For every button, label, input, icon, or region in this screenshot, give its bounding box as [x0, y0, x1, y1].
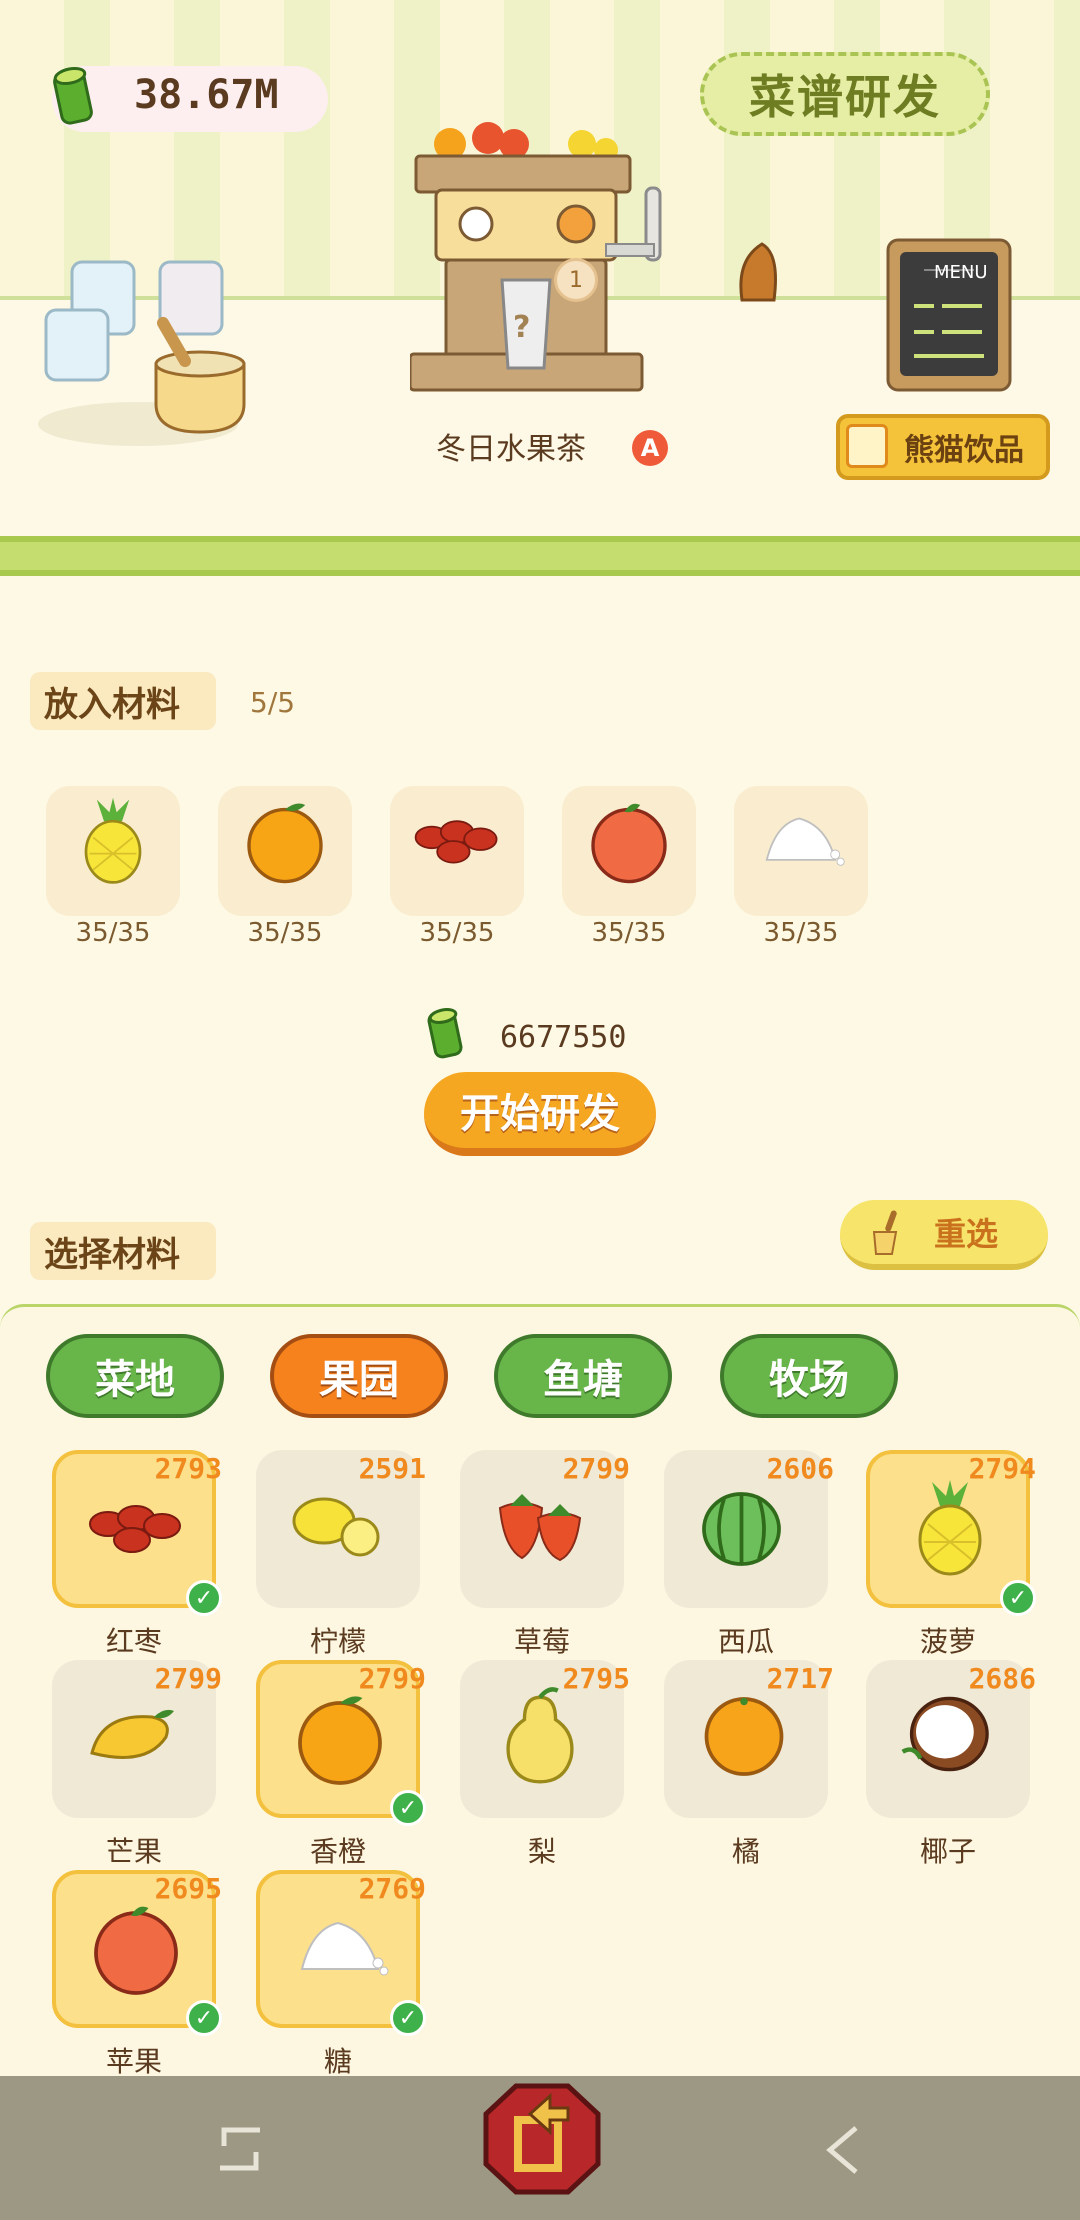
- ingredient-stock: 2606: [766, 1452, 834, 1485]
- orange-icon: [290, 1688, 390, 1792]
- ingredient-name: 西瓜: [717, 1625, 774, 1658]
- book-icon: [846, 424, 888, 468]
- ingredient-stock: 2799: [358, 1662, 426, 1695]
- pear-icon: [490, 1684, 590, 1788]
- ingredient-stock: 2717: [766, 1662, 834, 1695]
- ingredient-slot-count: 35/35: [75, 918, 151, 948]
- broom-icon: [872, 1210, 898, 1255]
- apple-icon: [86, 1898, 186, 2002]
- pineapple-icon: [900, 1478, 1000, 1582]
- back-arrow-icon[interactable]: [816, 2122, 872, 2178]
- ingredient-slot[interactable]: [390, 786, 524, 916]
- ingredient-slot[interactable]: [218, 786, 352, 916]
- coconut-icon: [896, 1684, 996, 1788]
- ingredient-stock: 2769: [358, 1872, 426, 1905]
- red-date-icon: [86, 1478, 186, 1582]
- ingredient-stock: 2794: [968, 1452, 1036, 1485]
- ingredient-name: 红枣: [105, 1625, 162, 1658]
- ingredient-name: 椰子: [919, 1835, 976, 1868]
- orange-icon: [240, 796, 330, 890]
- drink-name: 冬日水果茶: [436, 432, 586, 467]
- ingredient-name: 橘: [731, 1835, 760, 1868]
- apple-icon: [584, 796, 674, 890]
- bamboo-coin-icon: [53, 66, 93, 125]
- choose-ingredients-label: 选择材料: [30, 1222, 216, 1280]
- menu-title: MENU: [934, 262, 988, 283]
- check-icon: ✓: [186, 2000, 222, 2036]
- check-icon: ✓: [390, 2000, 426, 2036]
- mango-icon: [82, 1684, 182, 1788]
- put-ingredients-count: 5/5: [250, 686, 296, 719]
- ingredient-stock: 2795: [562, 1662, 630, 1695]
- currency-value: 38.67M: [134, 72, 279, 118]
- research-cost: 6677550: [500, 1020, 627, 1055]
- start-research-button[interactable]: 开始研发: [424, 1072, 656, 1156]
- tab-orchard[interactable]: 果园: [270, 1334, 448, 1418]
- red-date-icon: [412, 796, 502, 890]
- cat-tail-icon: [739, 242, 777, 302]
- machine-queue-badge: 1: [554, 258, 598, 302]
- lemon-icon: [286, 1474, 386, 1578]
- ingredient-name: 梨: [527, 1835, 556, 1868]
- ingredient-slot-count: 35/35: [591, 918, 667, 948]
- ingredient-name: 菠萝: [919, 1625, 976, 1658]
- ingredient-slot[interactable]: [734, 786, 868, 916]
- ingredient-slot-count: 35/35: [247, 918, 323, 948]
- machine-question-mark: ?: [513, 310, 531, 345]
- tab-vegetable-field[interactable]: 菜地: [46, 1334, 224, 1418]
- put-ingredients-label: 放入材料: [30, 672, 216, 730]
- ingredient-name: 糖: [323, 2045, 352, 2078]
- ingredient-slot-count: 35/35: [419, 918, 495, 948]
- bamboo-coin-icon: [427, 1008, 463, 1059]
- sugar-icon: [290, 1898, 390, 2002]
- recipe-research-button[interactable]: 菜谱研发: [700, 52, 990, 136]
- ingredient-stock: 2799: [154, 1662, 222, 1695]
- game-back-button[interactable]: [480, 2080, 604, 2198]
- tab-ranch[interactable]: 牧场: [720, 1334, 898, 1418]
- recent-apps-icon[interactable]: [210, 2122, 270, 2178]
- watermelon-icon: [694, 1474, 794, 1578]
- ingredient-name: 芒果: [105, 1835, 162, 1868]
- ingredient-name: 苹果: [105, 2045, 162, 2078]
- ingredient-stock: 2793: [154, 1452, 222, 1485]
- tab-fish-pond[interactable]: 鱼塘: [494, 1334, 672, 1418]
- check-icon: ✓: [1000, 1580, 1036, 1616]
- strawberry-icon: [490, 1474, 590, 1578]
- ingredient-name: 草莓: [513, 1625, 570, 1658]
- check-icon: ✓: [186, 1580, 222, 1616]
- ingredient-stock: 2695: [154, 1872, 222, 1905]
- tangerine-icon: [694, 1684, 794, 1788]
- pineapple-icon: [68, 796, 158, 890]
- cups-and-mortar-icon: [38, 260, 246, 446]
- ingredient-slot[interactable]: [562, 786, 696, 916]
- ingredient-stock: 2799: [562, 1452, 630, 1485]
- ingredient-name: 香橙: [309, 1835, 366, 1868]
- ingredient-name: 柠檬: [309, 1625, 366, 1658]
- grass-divider: [0, 536, 1080, 576]
- sugar-icon: [756, 796, 846, 890]
- check-icon: ✓: [390, 1790, 426, 1826]
- drink-grade-badge: A: [632, 430, 668, 466]
- juice-machine-icon: [410, 122, 662, 392]
- ingredient-slot-count: 35/35: [763, 918, 839, 948]
- ingredient-stock: 2686: [968, 1662, 1036, 1695]
- ingredient-slot[interactable]: [46, 786, 180, 916]
- ingredient-stock: 2591: [358, 1452, 426, 1485]
